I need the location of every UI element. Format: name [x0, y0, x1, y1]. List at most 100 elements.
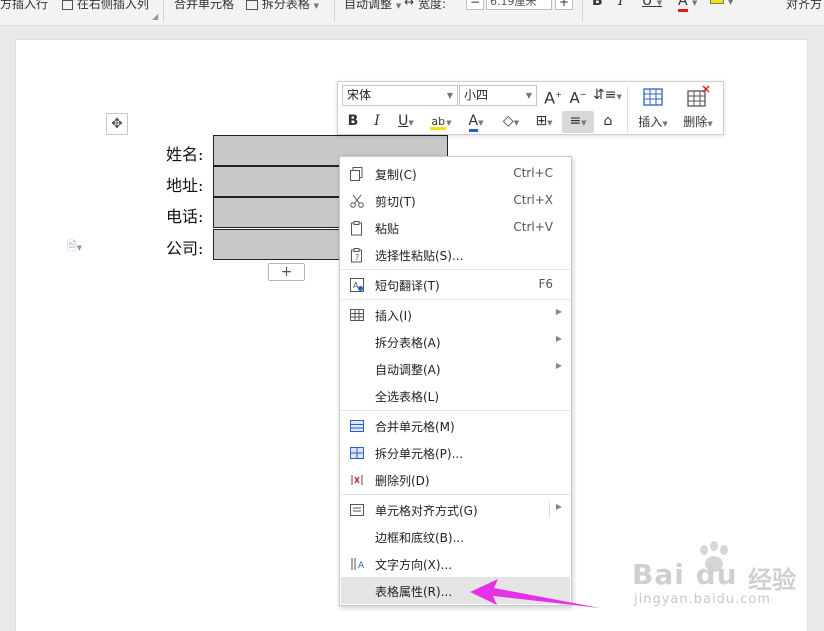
menu-item-paste[interactable]: 粘贴 Ctrl+V — [341, 214, 570, 241]
chevron-down-icon: ▼ — [616, 93, 622, 101]
menu-item-cut[interactable]: 剪切(T) Ctrl+X — [341, 187, 570, 214]
highlighter-icon — [710, 0, 724, 4]
add-row-button[interactable]: + — [268, 263, 305, 281]
insert-label: 插入 — [638, 115, 663, 129]
svg-text:?: ? — [355, 253, 359, 262]
table-context-menu: 复制(C) Ctrl+C 剪切(T) Ctrl+X 粘贴 Ctrl+V ? 选择… — [339, 156, 572, 606]
menu-item-text-direction[interactable]: A 文字方向(X)... — [341, 550, 570, 577]
menu-item-select-table[interactable]: 全选表格(L) — [341, 382, 570, 409]
menu-separator — [341, 494, 570, 495]
group-expand-icon[interactable]: ◢ — [152, 12, 158, 21]
font-size-select[interactable]: 小四 ▼ — [459, 85, 537, 106]
italic-button[interactable]: I — [368, 111, 386, 131]
ribbon-toolbar: 方插入行 在右侧插入列 ◢ 合并单元格 拆分表格 ▼ 自动调整 ▼ ↔ 宽度: … — [0, 0, 824, 26]
shrink-font-icon: − — [579, 90, 587, 99]
ribbon-divider — [163, 0, 164, 22]
chevron-down-icon: ▼ — [446, 119, 452, 127]
grow-font-button[interactable]: A+ — [542, 85, 564, 108]
borders-button[interactable]: ⊞▼ — [530, 111, 558, 133]
ribbon-divider — [582, 0, 583, 22]
ribbon-merge-cells[interactable]: 合并单元格 — [174, 0, 234, 12]
menu-item-paste-special[interactable]: ? 选择性粘贴(S)... — [341, 241, 570, 268]
menu-item-auto-fit[interactable]: 自动调整(A) ▶ — [341, 355, 570, 382]
menu-item-label: 文字方向(X)... — [375, 558, 453, 572]
menu-separator — [341, 269, 570, 270]
insert-button[interactable]: 插入▼ — [633, 85, 673, 133]
menu-item-borders-shading[interactable]: 边框和底纹(B)... — [341, 523, 570, 550]
menu-item-shortcut: Ctrl+V — [513, 220, 553, 234]
menu-item-table-properties[interactable]: 表格属性(R)... — [341, 577, 570, 604]
chevron-down-icon: ▼ — [727, 0, 734, 6]
menu-item-label: 剪切(T) — [375, 195, 416, 209]
menu-item-label: 边框和底纹(B)... — [375, 531, 465, 545]
ribbon-insert-row-above[interactable]: 方插入行 — [0, 0, 48, 12]
width-decrement-button[interactable]: − — [466, 0, 484, 10]
ribbon-insert-column-right-label: 在右侧插入列 — [76, 0, 149, 11]
table-move-handle-icon[interactable]: ✥ — [106, 113, 128, 135]
chevron-down-icon: ▼ — [478, 119, 484, 127]
table-insert-icon — [633, 85, 673, 113]
copy-icon — [349, 166, 365, 182]
shrink-font-button[interactable]: A− — [567, 85, 589, 108]
menu-item-label: 复制(C) — [375, 168, 417, 182]
ribbon-highlight-button[interactable]: ▼ — [710, 0, 733, 7]
chevron-down-icon: ▼ — [692, 0, 698, 7]
menu-item-split-cells[interactable]: 拆分单元格(P)... — [341, 439, 570, 466]
align-button[interactable]: ≡▼ — [562, 111, 594, 133]
menu-item-label: 选择性粘贴(S)... — [375, 249, 464, 263]
toolbar-divider — [627, 86, 628, 132]
menu-separator — [341, 410, 570, 411]
menu-item-translate[interactable]: A 短句翻译(T) F6 — [341, 271, 570, 298]
ribbon-insert-column-right[interactable]: 在右侧插入列 — [62, 0, 149, 12]
font-color-button[interactable]: A▼ — [462, 111, 490, 133]
ribbon-font-color-button[interactable]: A ▼ — [678, 0, 698, 12]
cell-align-icon — [349, 502, 365, 518]
paste-icon — [349, 220, 365, 236]
merge-cells-icon — [349, 418, 365, 434]
chevron-down-icon: ▼ — [662, 120, 668, 128]
ribbon-italic-button[interactable]: I — [618, 0, 624, 9]
translate-icon: A — [349, 277, 365, 293]
ribbon-auto-fit[interactable]: 自动调整 ▼ — [344, 0, 401, 12]
eraser-button[interactable]: ⌂ — [598, 111, 618, 131]
menu-item-shortcut: F6 — [538, 277, 553, 291]
menu-item-label: 全选表格(L) — [375, 390, 440, 404]
menu-item-merge-cells[interactable]: 合并单元格(M) — [341, 412, 570, 439]
width-icon: ↔ — [404, 0, 415, 9]
underline-button[interactable]: U▼ — [392, 111, 420, 133]
split-table-icon — [246, 0, 258, 10]
ribbon-underline-button[interactable]: U ▼ — [642, 0, 662, 9]
paragraph-options-icon[interactable]: 🗎▼ — [67, 237, 82, 258]
width-input[interactable]: 6.19厘米 — [486, 0, 552, 10]
chevron-down-icon: ▼ — [513, 119, 520, 127]
menu-item-copy[interactable]: 复制(C) Ctrl+C — [341, 160, 570, 187]
shading-button[interactable]: ◇▼ — [496, 111, 526, 133]
menu-item-cell-alignment[interactable]: 单元格对齐方式(G) ▶ — [341, 496, 570, 523]
bold-button[interactable]: B — [344, 111, 362, 131]
menu-item-insert[interactable]: 插入(I) ▶ — [341, 301, 570, 328]
chevron-down-icon: ▼ — [395, 2, 402, 10]
delete-button[interactable]: 删除▼ — [678, 85, 718, 133]
text-direction-icon: A — [349, 556, 365, 572]
line-spacing-button[interactable]: ⇵≡▼ — [593, 85, 622, 107]
menu-item-label: 删除列(D) — [375, 474, 430, 488]
split-divider — [549, 502, 550, 518]
menu-item-label: 粘贴 — [375, 222, 400, 236]
menu-item-split-table[interactable]: 拆分表格(A) ▶ — [341, 328, 570, 355]
ribbon-split-table[interactable]: 拆分表格 ▼ — [246, 0, 319, 12]
borders-icon: ⊞ — [535, 113, 548, 129]
highlight-button[interactable]: ab▼ — [426, 111, 456, 133]
ribbon-bold-button[interactable]: B — [592, 0, 603, 9]
menu-item-delete-column[interactable]: 删除列(D) — [341, 466, 570, 493]
watermark-brand: Bai du — [632, 558, 738, 591]
width-increment-button[interactable]: + — [555, 0, 573, 10]
chevron-down-icon: ▼ — [581, 119, 587, 127]
grow-font-label: A — [544, 88, 556, 108]
ribbon-divider — [334, 0, 335, 22]
watermark-product: 经验 — [748, 566, 796, 594]
chevron-down-icon: ▼ — [408, 119, 414, 127]
menu-item-label: 拆分单元格(P)... — [375, 447, 464, 461]
ribbon-align-label[interactable]: 对齐方 — [786, 0, 822, 12]
font-name-select[interactable]: 宋体 ▼ — [342, 85, 458, 106]
table-insert-icon — [349, 307, 365, 323]
